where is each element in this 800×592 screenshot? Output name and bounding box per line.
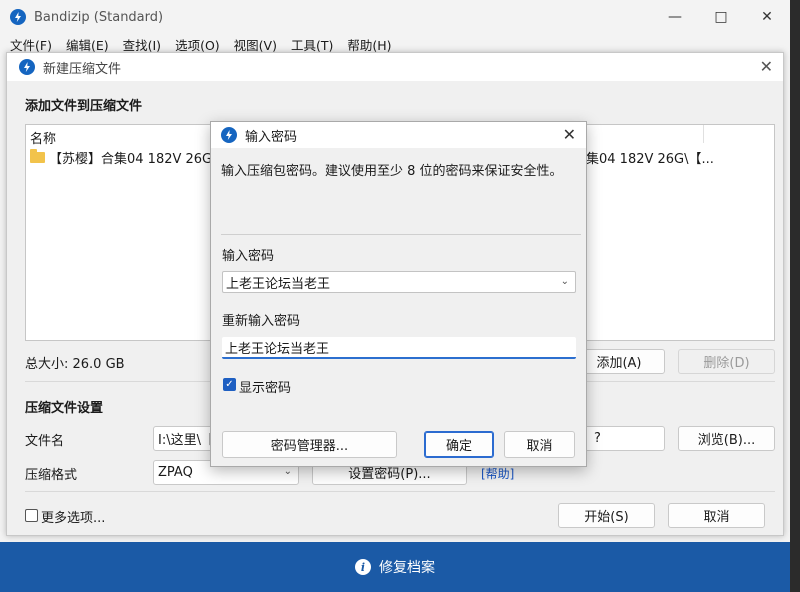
browse-button[interactable]: 浏览(B)... xyxy=(678,426,775,451)
new-archive-title: 新建压缩文件 xyxy=(43,61,122,77)
format-label: 压缩格式 xyxy=(25,468,78,483)
filename-label: 文件名 xyxy=(25,434,65,449)
close-icon[interactable]: ✕ xyxy=(760,57,773,76)
bandizip-logo-icon xyxy=(221,127,237,143)
chevron-down-icon: ⌄ xyxy=(283,466,292,477)
menu-tools[interactable]: 工具(T) xyxy=(291,35,333,54)
menu-edit[interactable]: 编辑(E) xyxy=(66,35,109,54)
list-item[interactable]: 【苏樱】合集04 182V 26G xyxy=(30,148,212,167)
confirm-password-label: 重新输入密码 xyxy=(222,314,301,329)
folder-icon xyxy=(30,149,45,163)
menu-view[interactable]: 视图(V) xyxy=(234,35,277,54)
maximize-icon[interactable]: □ xyxy=(698,0,744,34)
add-files-heading: 添加文件到压缩文件 xyxy=(25,99,143,114)
menu-file[interactable]: 文件(F) xyxy=(10,35,52,54)
more-options-label[interactable]: 更多选项... xyxy=(41,507,105,526)
password-description: 输入压缩包密码。建议使用至少 8 位的密码来保证安全性。 xyxy=(221,164,563,179)
show-password-checkbox[interactable]: ✓ xyxy=(223,378,236,391)
divider xyxy=(221,234,581,235)
desktop-edge xyxy=(790,0,800,592)
password-title-bar: 输入密码 ✕ xyxy=(211,122,586,148)
menu-bar: 文件(F) 编辑(E) 查找(I) 选项(O) 视图(V) 工具(T) 帮助(H… xyxy=(0,34,790,54)
password-label: 输入密码 xyxy=(222,249,275,264)
repair-archive-bar[interactable]: i 修复档案 xyxy=(0,542,790,592)
password-dialog: 输入密码 ✕ 输入压缩包密码。建议使用至少 8 位的密码来保证安全性。 输入密码… xyxy=(210,121,587,467)
list-item-path: 集04 182V 26G\【... xyxy=(586,152,714,167)
delete-button[interactable]: 删除(D) xyxy=(678,349,775,374)
start-button[interactable]: 开始(S) xyxy=(558,503,655,528)
filename-value-tail: ? xyxy=(594,431,601,446)
minimize-icon[interactable]: — xyxy=(652,0,698,34)
menu-help[interactable]: 帮助(H) xyxy=(347,35,391,54)
cancel-button[interactable]: 取消 xyxy=(504,431,575,458)
cancel-button[interactable]: 取消 xyxy=(668,503,765,528)
chevron-down-icon[interactable]: ⌄ xyxy=(561,276,569,287)
password-manager-button[interactable]: 密码管理器... xyxy=(222,431,397,458)
help-link[interactable]: [帮助] xyxy=(481,465,514,482)
show-password-label[interactable]: 显示密码 xyxy=(239,377,291,396)
password-input[interactable]: 上老王论坛当老王 ⌄ xyxy=(222,271,576,293)
total-size: 总大小: 26.0 GB xyxy=(25,357,125,372)
confirm-password-value: 上老王论坛当老王 xyxy=(225,341,330,357)
info-icon: i xyxy=(355,559,371,575)
new-archive-title-bar: 新建压缩文件 ✕ xyxy=(7,53,783,81)
repair-archive-label: 修复档案 xyxy=(379,560,435,576)
menu-find[interactable]: 查找(I) xyxy=(123,35,161,54)
close-icon[interactable]: ✕ xyxy=(563,125,576,144)
password-dialog-title: 输入密码 xyxy=(245,129,298,145)
column-header-name[interactable]: 名称 xyxy=(30,128,56,147)
format-value: ZPAQ xyxy=(158,465,193,480)
ok-button[interactable]: 确定 xyxy=(424,431,494,458)
bandizip-logo-icon xyxy=(19,59,35,75)
menu-options[interactable]: 选项(O) xyxy=(175,35,220,54)
archive-settings-heading: 压缩文件设置 xyxy=(25,401,104,416)
confirm-password-input[interactable]: 上老王论坛当老王 xyxy=(222,337,576,359)
bandizip-logo-icon xyxy=(10,9,26,25)
window-controls: — □ ✕ xyxy=(652,0,790,34)
close-icon[interactable]: ✕ xyxy=(744,0,790,34)
window-title: Bandizip (Standard) xyxy=(34,9,164,25)
title-bar: Bandizip (Standard) — □ ✕ xyxy=(0,0,790,34)
more-options-checkbox[interactable] xyxy=(25,509,38,522)
password-value: 上老王论坛当老王 xyxy=(226,276,331,292)
divider xyxy=(25,491,775,492)
list-item-name: 【苏樱】合集04 182V 26G xyxy=(49,152,213,167)
filename-value: I:\这里\【 xyxy=(158,433,214,448)
column-divider xyxy=(703,125,704,143)
